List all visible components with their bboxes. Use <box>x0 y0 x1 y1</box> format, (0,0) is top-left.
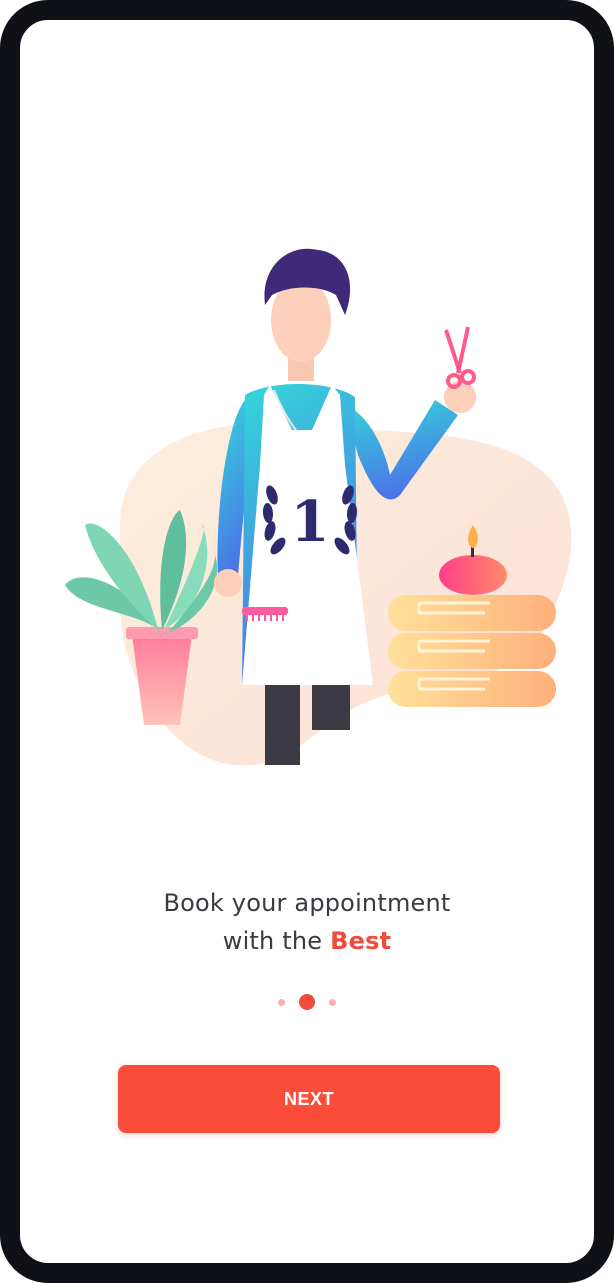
phone-frame: 1 Book your appointment with the Best NE… <box>0 0 614 1283</box>
scissors-icon <box>444 326 476 389</box>
onboarding-headline: Book your appointment with the Best <box>20 884 594 960</box>
headline-prefix: with the <box>222 927 331 955</box>
towel-stack-icon <box>388 595 556 707</box>
page-dot-3[interactable] <box>329 998 336 1006</box>
headline-line-1: Book your appointment <box>163 889 451 917</box>
headline-line-2: with the Best <box>20 922 594 960</box>
page-dot-1[interactable] <box>278 998 285 1006</box>
badge-number: 1 <box>291 489 330 555</box>
page-dot-2-active[interactable] <box>299 994 315 1010</box>
headline-accent: Best <box>330 927 392 955</box>
page-indicator <box>20 994 594 1010</box>
next-button[interactable]: NEXT <box>118 1065 500 1133</box>
barber-illustration: 1 <box>65 248 572 766</box>
